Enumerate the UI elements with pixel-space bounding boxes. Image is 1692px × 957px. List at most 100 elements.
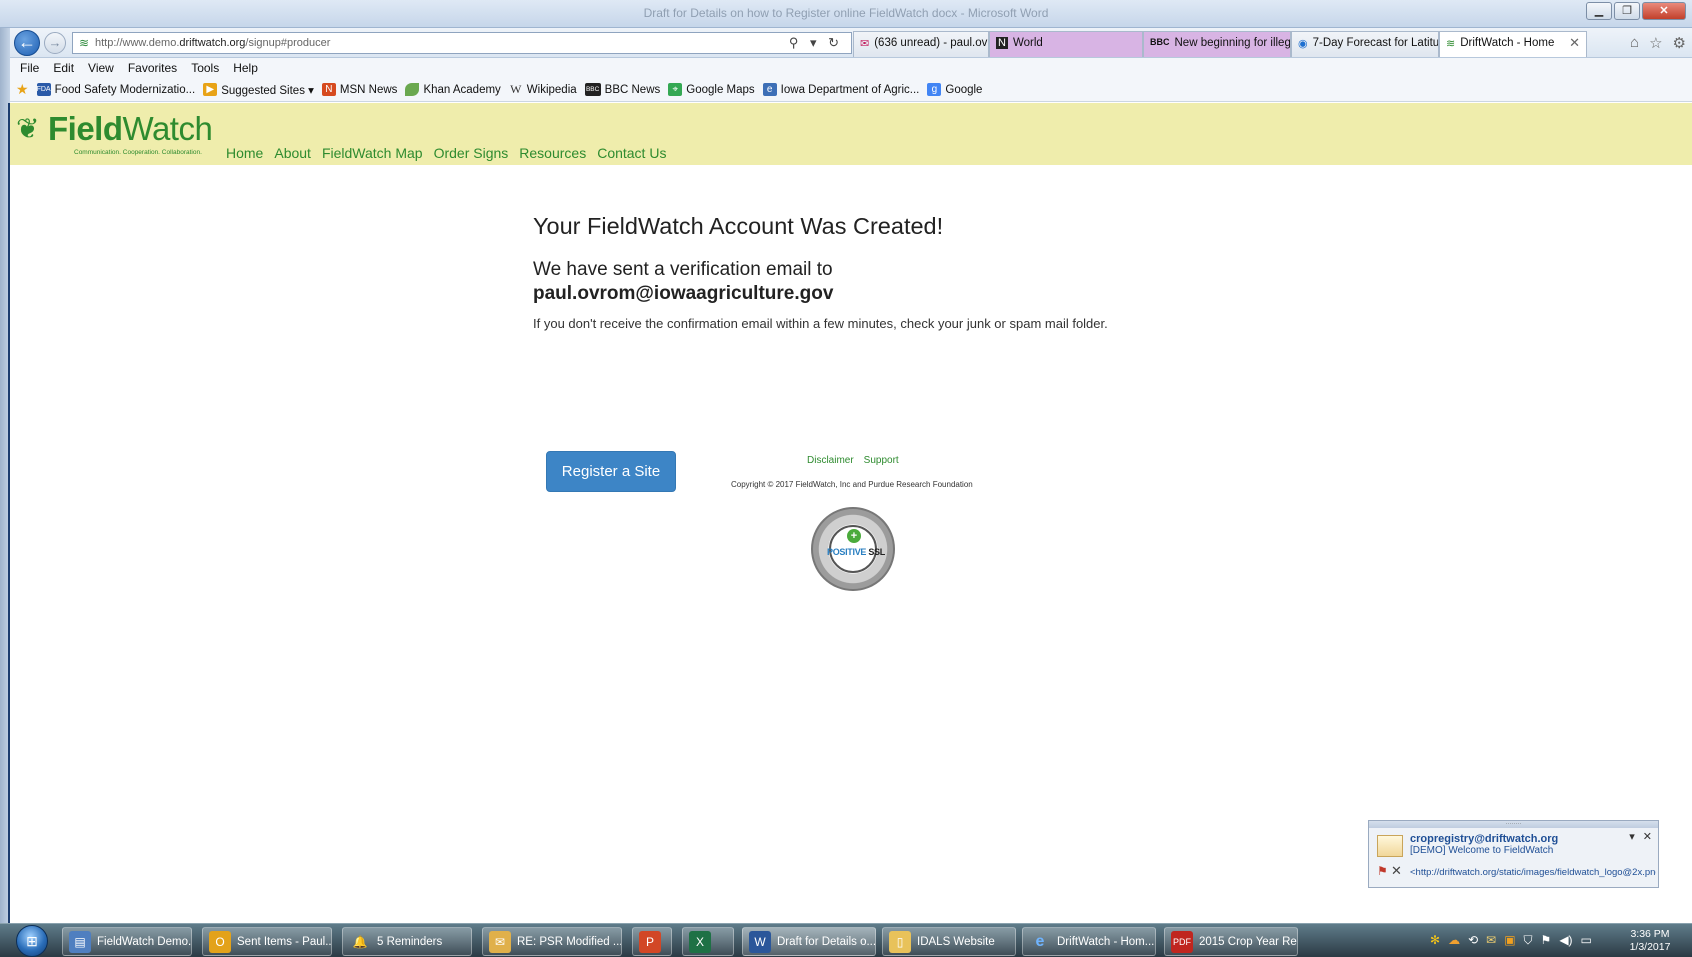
favorite-food-safety[interactable]: FDA Food Safety Modernizatio...	[36, 83, 195, 96]
taskbar-item-excel[interactable]: X	[682, 927, 734, 956]
favorites-star-icon[interactable]: ★	[16, 81, 29, 98]
window-title-bar: Draft for Details on how to Register onl…	[0, 0, 1692, 28]
menu-view[interactable]: View	[88, 61, 114, 75]
address-bar[interactable]: ≋ http://www.demo.driftwatch.org/signup#…	[72, 32, 852, 54]
junk-mail-note: If you don't receive the confirmation em…	[533, 316, 1108, 331]
forward-button[interactable]: →	[44, 32, 66, 54]
taskbar-item-crop-year-pdf[interactable]: PDF 2015 Crop Year Re...	[1164, 927, 1298, 956]
taskbar-item-sent-items[interactable]: O Sent Items - Paul...	[202, 927, 332, 956]
menu-favorites[interactable]: Favorites	[128, 61, 177, 75]
start-button[interactable]: ⊞	[16, 925, 48, 957]
taskbar-label: 2015 Crop Year Re...	[1199, 935, 1298, 948]
minimize-button[interactable]: ▁	[1586, 2, 1612, 20]
url-domain: driftwatch.org	[179, 37, 246, 49]
support-link[interactable]: Support	[864, 455, 899, 466]
favorite-msn-news[interactable]: N MSN News	[321, 83, 398, 96]
nav-about[interactable]: About	[274, 145, 311, 161]
sent-line: We have sent a verification email to	[533, 259, 833, 280]
nav-fieldwatch-map[interactable]: FieldWatch Map	[322, 145, 423, 161]
taskbar-item-reminders[interactable]: 🔔 5 Reminders	[342, 927, 472, 956]
nav-order-signs[interactable]: Order Signs	[434, 145, 509, 161]
register-site-button[interactable]: Register a Site	[546, 451, 676, 492]
taskbar-label: DriftWatch - Hom...	[1057, 935, 1155, 948]
taskbar-label: RE: PSR Modified ...	[517, 935, 622, 948]
seal-positive-text: POSITIVE	[827, 547, 867, 557]
folder-icon: ▯	[889, 930, 911, 953]
taskbar-item-fieldwatch-demo[interactable]: ▤ FieldWatch Demo...	[62, 927, 192, 956]
favorites-star-icon[interactable]: ☆	[1649, 34, 1662, 52]
tab-forecast[interactable]: ◉ 7-Day Forecast for Latitu...	[1291, 31, 1439, 57]
gear-icon[interactable]: ⚙	[1673, 34, 1686, 52]
menu-edit[interactable]: Edit	[53, 61, 74, 75]
cloud-tray-icon[interactable]: ☁	[1448, 933, 1460, 948]
email-notification-popup[interactable]: ········ cropregistry@driftwatch.org [DE…	[1368, 820, 1659, 888]
menu-help[interactable]: Help	[233, 61, 258, 75]
tab-label: World	[1012, 37, 1043, 49]
seal-label: POSITIVE SSL	[827, 547, 885, 557]
excel-icon: X	[689, 930, 711, 953]
volume-icon[interactable]: ◀)	[1559, 933, 1572, 948]
restore-button[interactable]: ❐	[1614, 2, 1640, 20]
nav-home[interactable]: Home	[226, 145, 263, 161]
outlook-tray-icon[interactable]: ▣	[1504, 933, 1515, 948]
favorite-suggested-sites[interactable]: ▶ Suggested Sites ▾	[203, 83, 314, 97]
weather-icon: ◉	[1298, 38, 1308, 50]
copyright: Copyright © 2017 FieldWatch, Inc and Pur…	[731, 480, 973, 489]
browser-navigation-bar: ← → ≋ http://www.demo.driftwatch.org/sig…	[0, 28, 1692, 58]
taskbar-item-psr-email[interactable]: ✉ RE: PSR Modified ...	[482, 927, 622, 956]
menu-tools[interactable]: Tools	[191, 61, 219, 75]
favorite-google[interactable]: g Google	[927, 83, 982, 96]
tab-bbc[interactable]: BBC New beginning for illegal...	[1143, 31, 1291, 57]
action-center-flag-icon[interactable]: ⚑	[1541, 933, 1552, 948]
taskbar-item-driftwatch[interactable]: e DriftWatch - Hom...	[1022, 927, 1156, 956]
favorite-iowa-agriculture[interactable]: e Iowa Department of Agric...	[762, 83, 919, 96]
favorite-bbc-news[interactable]: BBC BBC News	[584, 83, 660, 96]
envelope-icon	[1377, 835, 1403, 857]
search-refresh-icons[interactable]: ⚲ ▾ ↻	[789, 35, 843, 51]
page-title: Your FieldWatch Account Was Created!	[533, 213, 944, 239]
notification-preview: <http://driftwatch.org/static/images/fie…	[1410, 867, 1656, 878]
address-url[interactable]: http://www.demo.driftwatch.org/signup#pr…	[95, 37, 330, 49]
shield-tray-icon[interactable]: ⛉	[1524, 933, 1533, 948]
system-tray: ✻ ☁ ⟲ ✉ ▣ ⛉ ⚑ ◀) ▭	[1430, 933, 1592, 948]
tab-world[interactable]: N World	[989, 31, 1143, 57]
nav-contact-us[interactable]: Contact Us	[597, 145, 666, 161]
close-icon[interactable]: ✕	[1643, 830, 1652, 843]
close-tab-icon[interactable]: ✕	[1569, 36, 1580, 49]
news-icon: N	[996, 37, 1008, 49]
weather-tray-icon[interactable]: ✻	[1430, 933, 1440, 948]
taskbar-item-word-draft[interactable]: W Draft for Details o...	[742, 927, 876, 956]
tab-mail[interactable]: ✉ (636 unread) - paul.ovro...	[853, 31, 989, 57]
powerpoint-icon: P	[639, 930, 661, 953]
logo-word-field: Field	[48, 110, 123, 147]
site-navigation: Home About FieldWatch Map Order Signs Re…	[226, 145, 666, 161]
favorite-google-maps[interactable]: ⌖ Google Maps	[668, 83, 755, 96]
forward-arrow-icon: →	[48, 35, 62, 50]
disclaimer-link[interactable]: Disclaimer	[807, 455, 854, 466]
favorite-label: Suggested Sites ▾	[221, 84, 314, 97]
url-prefix: http://www.demo.	[95, 37, 180, 49]
network-icon[interactable]: ▭	[1581, 933, 1592, 948]
back-button[interactable]: ←	[14, 30, 40, 56]
sync-tray-icon[interactable]: ⟲	[1468, 933, 1478, 948]
favorite-label: MSN News	[339, 83, 398, 96]
taskbar-item-powerpoint[interactable]: P	[632, 927, 672, 956]
favorite-khan-academy[interactable]: Khan Academy	[405, 83, 501, 96]
nav-resources[interactable]: Resources	[519, 145, 586, 161]
favorite-wikipedia[interactable]: W Wikipedia	[509, 83, 577, 96]
close-button[interactable]: ✕	[1642, 2, 1686, 20]
bbc-icon: BBC	[1150, 37, 1170, 47]
clock[interactable]: 3:36 PM 1/3/2017	[1620, 928, 1680, 954]
mail-tray-icon[interactable]: ✉	[1486, 933, 1496, 948]
taskbar-item-idals-website[interactable]: ▯ IDALS Website	[882, 927, 1016, 956]
menu-file[interactable]: File	[20, 61, 39, 75]
delete-icon[interactable]: ✕	[1391, 863, 1402, 879]
options-chevron-icon[interactable]: ▾	[1629, 830, 1635, 843]
drag-grip[interactable]: ········	[1369, 821, 1658, 828]
flag-icon[interactable]: ⚑	[1377, 864, 1388, 878]
taskbar-label: Sent Items - Paul...	[237, 935, 332, 948]
home-icon[interactable]: ⌂	[1630, 34, 1639, 52]
bbc-icon: BBC	[584, 83, 601, 96]
tab-driftwatch[interactable]: ≋ DriftWatch - Home ✕	[1439, 31, 1587, 57]
positive-ssl-seal[interactable]: + POSITIVE SSL	[811, 507, 895, 591]
